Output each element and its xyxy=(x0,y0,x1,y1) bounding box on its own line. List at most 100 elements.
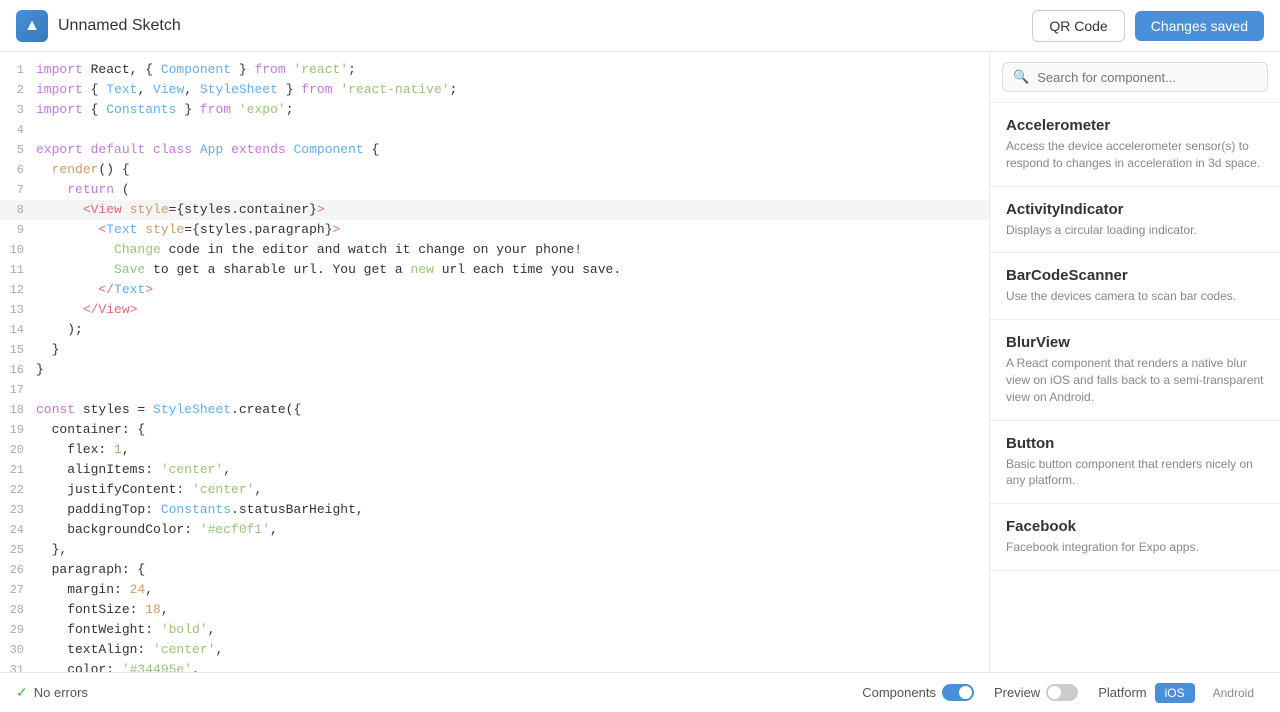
line-content: fontSize: 18, xyxy=(36,600,169,620)
changes-saved-button[interactable]: Changes saved xyxy=(1135,11,1264,41)
component-item[interactable]: Button Basic button component that render… xyxy=(990,421,1280,505)
line-number: 21 xyxy=(0,460,36,480)
code-line-18: 18const styles = StyleSheet.create({ xyxy=(0,400,989,420)
platform-label: Platform xyxy=(1098,685,1146,700)
line-content: <Text style={styles.paragraph}> xyxy=(36,220,340,240)
component-name: BarCodeScanner xyxy=(1006,267,1264,284)
no-errors-label: No errors xyxy=(34,685,88,700)
check-icon: ✓ xyxy=(16,684,28,701)
line-number: 25 xyxy=(0,540,36,560)
code-line-29: 29 fontWeight: 'bold', xyxy=(0,620,989,640)
code-line-11: 11 Save to get a sharable url. You get a… xyxy=(0,260,989,280)
android-button[interactable]: Android xyxy=(1203,683,1264,703)
line-content: container: { xyxy=(36,420,145,440)
header: ▲ Unnamed Sketch QR Code Changes saved xyxy=(0,0,1280,52)
line-number: 27 xyxy=(0,580,36,600)
code-line-12: 12 </Text> xyxy=(0,280,989,300)
line-content: fontWeight: 'bold', xyxy=(36,620,215,640)
preview-toggle[interactable] xyxy=(1046,684,1078,701)
line-number: 23 xyxy=(0,500,36,520)
component-desc: Basic button component that renders nice… xyxy=(1006,456,1264,490)
line-number: 2 xyxy=(0,80,36,100)
code-line-10: 10 Change code in the editor and watch i… xyxy=(0,240,989,260)
line-content: </View> xyxy=(36,300,137,320)
component-item[interactable]: ActivityIndicator Displays a circular loa… xyxy=(990,187,1280,254)
component-item[interactable]: FacebookFacebook integration for Expo ap… xyxy=(990,504,1280,571)
component-desc: Displays a circular loading indicator. xyxy=(1006,222,1264,239)
preview-toggle-thumb xyxy=(1048,686,1061,699)
line-content: alignItems: 'center', xyxy=(36,460,231,480)
no-errors-indicator: ✓ No errors xyxy=(16,684,88,701)
code-line-17: 17 xyxy=(0,380,989,400)
line-number: 30 xyxy=(0,640,36,660)
line-content: paddingTop: Constants.statusBarHeight, xyxy=(36,500,364,520)
preview-toggle-group: Preview xyxy=(994,684,1078,701)
code-line-20: 20 flex: 1, xyxy=(0,440,989,460)
line-number: 4 xyxy=(0,120,36,140)
line-content: textAlign: 'center', xyxy=(36,640,223,660)
line-content: import { Text, View, StyleSheet } from '… xyxy=(36,80,457,100)
line-content: }, xyxy=(36,540,67,560)
line-number: 7 xyxy=(0,180,36,200)
preview-label: Preview xyxy=(994,685,1040,700)
qr-code-button[interactable]: QR Code xyxy=(1032,10,1124,42)
code-line-14: 14 ); xyxy=(0,320,989,340)
line-number: 9 xyxy=(0,220,36,240)
line-number: 1 xyxy=(0,60,36,80)
line-number: 5 xyxy=(0,140,36,160)
line-number: 18 xyxy=(0,400,36,420)
code-line-9: 9 <Text style={styles.paragraph}> xyxy=(0,220,989,240)
app-title: Unnamed Sketch xyxy=(58,17,181,35)
component-desc: A React component that renders a native … xyxy=(1006,355,1264,405)
logo-icon: ▲ xyxy=(16,10,48,42)
line-content: return ( xyxy=(36,180,130,200)
line-number: 20 xyxy=(0,440,36,460)
line-number: 3 xyxy=(0,100,36,120)
main-area: 1import React, { Component } from 'react… xyxy=(0,52,1280,672)
component-item[interactable]: BlurView A React component that renders a… xyxy=(990,320,1280,420)
ios-button[interactable]: iOS xyxy=(1155,683,1195,703)
code-line-3: 3import { Constants } from 'expo'; xyxy=(0,100,989,120)
components-list: Accelerometer Access the device accelerom… xyxy=(990,103,1280,672)
code-line-23: 23 paddingTop: Constants.statusBarHeight… xyxy=(0,500,989,520)
header-right: QR Code Changes saved xyxy=(1032,10,1264,42)
line-content: flex: 1, xyxy=(36,440,130,460)
line-content: margin: 24, xyxy=(36,580,153,600)
line-content: render() { xyxy=(36,160,130,180)
sidebar: 🔍 Accelerometer Access the device acceler… xyxy=(990,52,1280,672)
line-content: paragraph: { xyxy=(36,560,145,580)
line-number: 8 xyxy=(0,200,36,220)
components-toggle[interactable] xyxy=(942,684,974,701)
component-name: BlurView xyxy=(1006,334,1264,351)
line-number: 19 xyxy=(0,420,36,440)
line-number: 14 xyxy=(0,320,36,340)
component-desc: Use the devices camera to scan bar codes… xyxy=(1006,288,1264,305)
line-number: 15 xyxy=(0,340,36,360)
code-line-28: 28 fontSize: 18, xyxy=(0,600,989,620)
line-content: backgroundColor: '#ecf0f1', xyxy=(36,520,278,540)
code-line-6: 6 render() { xyxy=(0,160,989,180)
code-editor[interactable]: 1import React, { Component } from 'react… xyxy=(0,52,990,672)
search-icon: 🔍 xyxy=(1013,69,1029,85)
search-input[interactable] xyxy=(1037,70,1257,85)
component-name: Accelerometer xyxy=(1006,117,1264,134)
component-item[interactable]: BarCodeScanner Use the devices camera to … xyxy=(990,253,1280,320)
code-line-7: 7 return ( xyxy=(0,180,989,200)
line-content: } xyxy=(36,340,59,360)
line-content: <View style={styles.container}> xyxy=(36,200,325,220)
component-name: Button xyxy=(1006,435,1264,452)
code-line-8: 8 <View style={styles.container}> xyxy=(0,200,989,220)
code-line-30: 30 textAlign: 'center', xyxy=(0,640,989,660)
components-label: Components xyxy=(862,685,936,700)
component-desc: Facebook integration for Expo apps. xyxy=(1006,539,1264,556)
line-content: export default class App extends Compone… xyxy=(36,140,379,160)
component-desc: Access the device accelerometer sensor(s… xyxy=(1006,138,1264,172)
line-number: 6 xyxy=(0,160,36,180)
component-item[interactable]: Accelerometer Access the device accelerom… xyxy=(990,103,1280,187)
line-number: 10 xyxy=(0,240,36,260)
code-line-22: 22 justifyContent: 'center', xyxy=(0,480,989,500)
code-line-21: 21 alignItems: 'center', xyxy=(0,460,989,480)
footer-right: Components Preview Platform iOS Android xyxy=(862,683,1264,703)
component-name: ActivityIndicator xyxy=(1006,201,1264,218)
search-wrapper: 🔍 xyxy=(1002,62,1268,92)
